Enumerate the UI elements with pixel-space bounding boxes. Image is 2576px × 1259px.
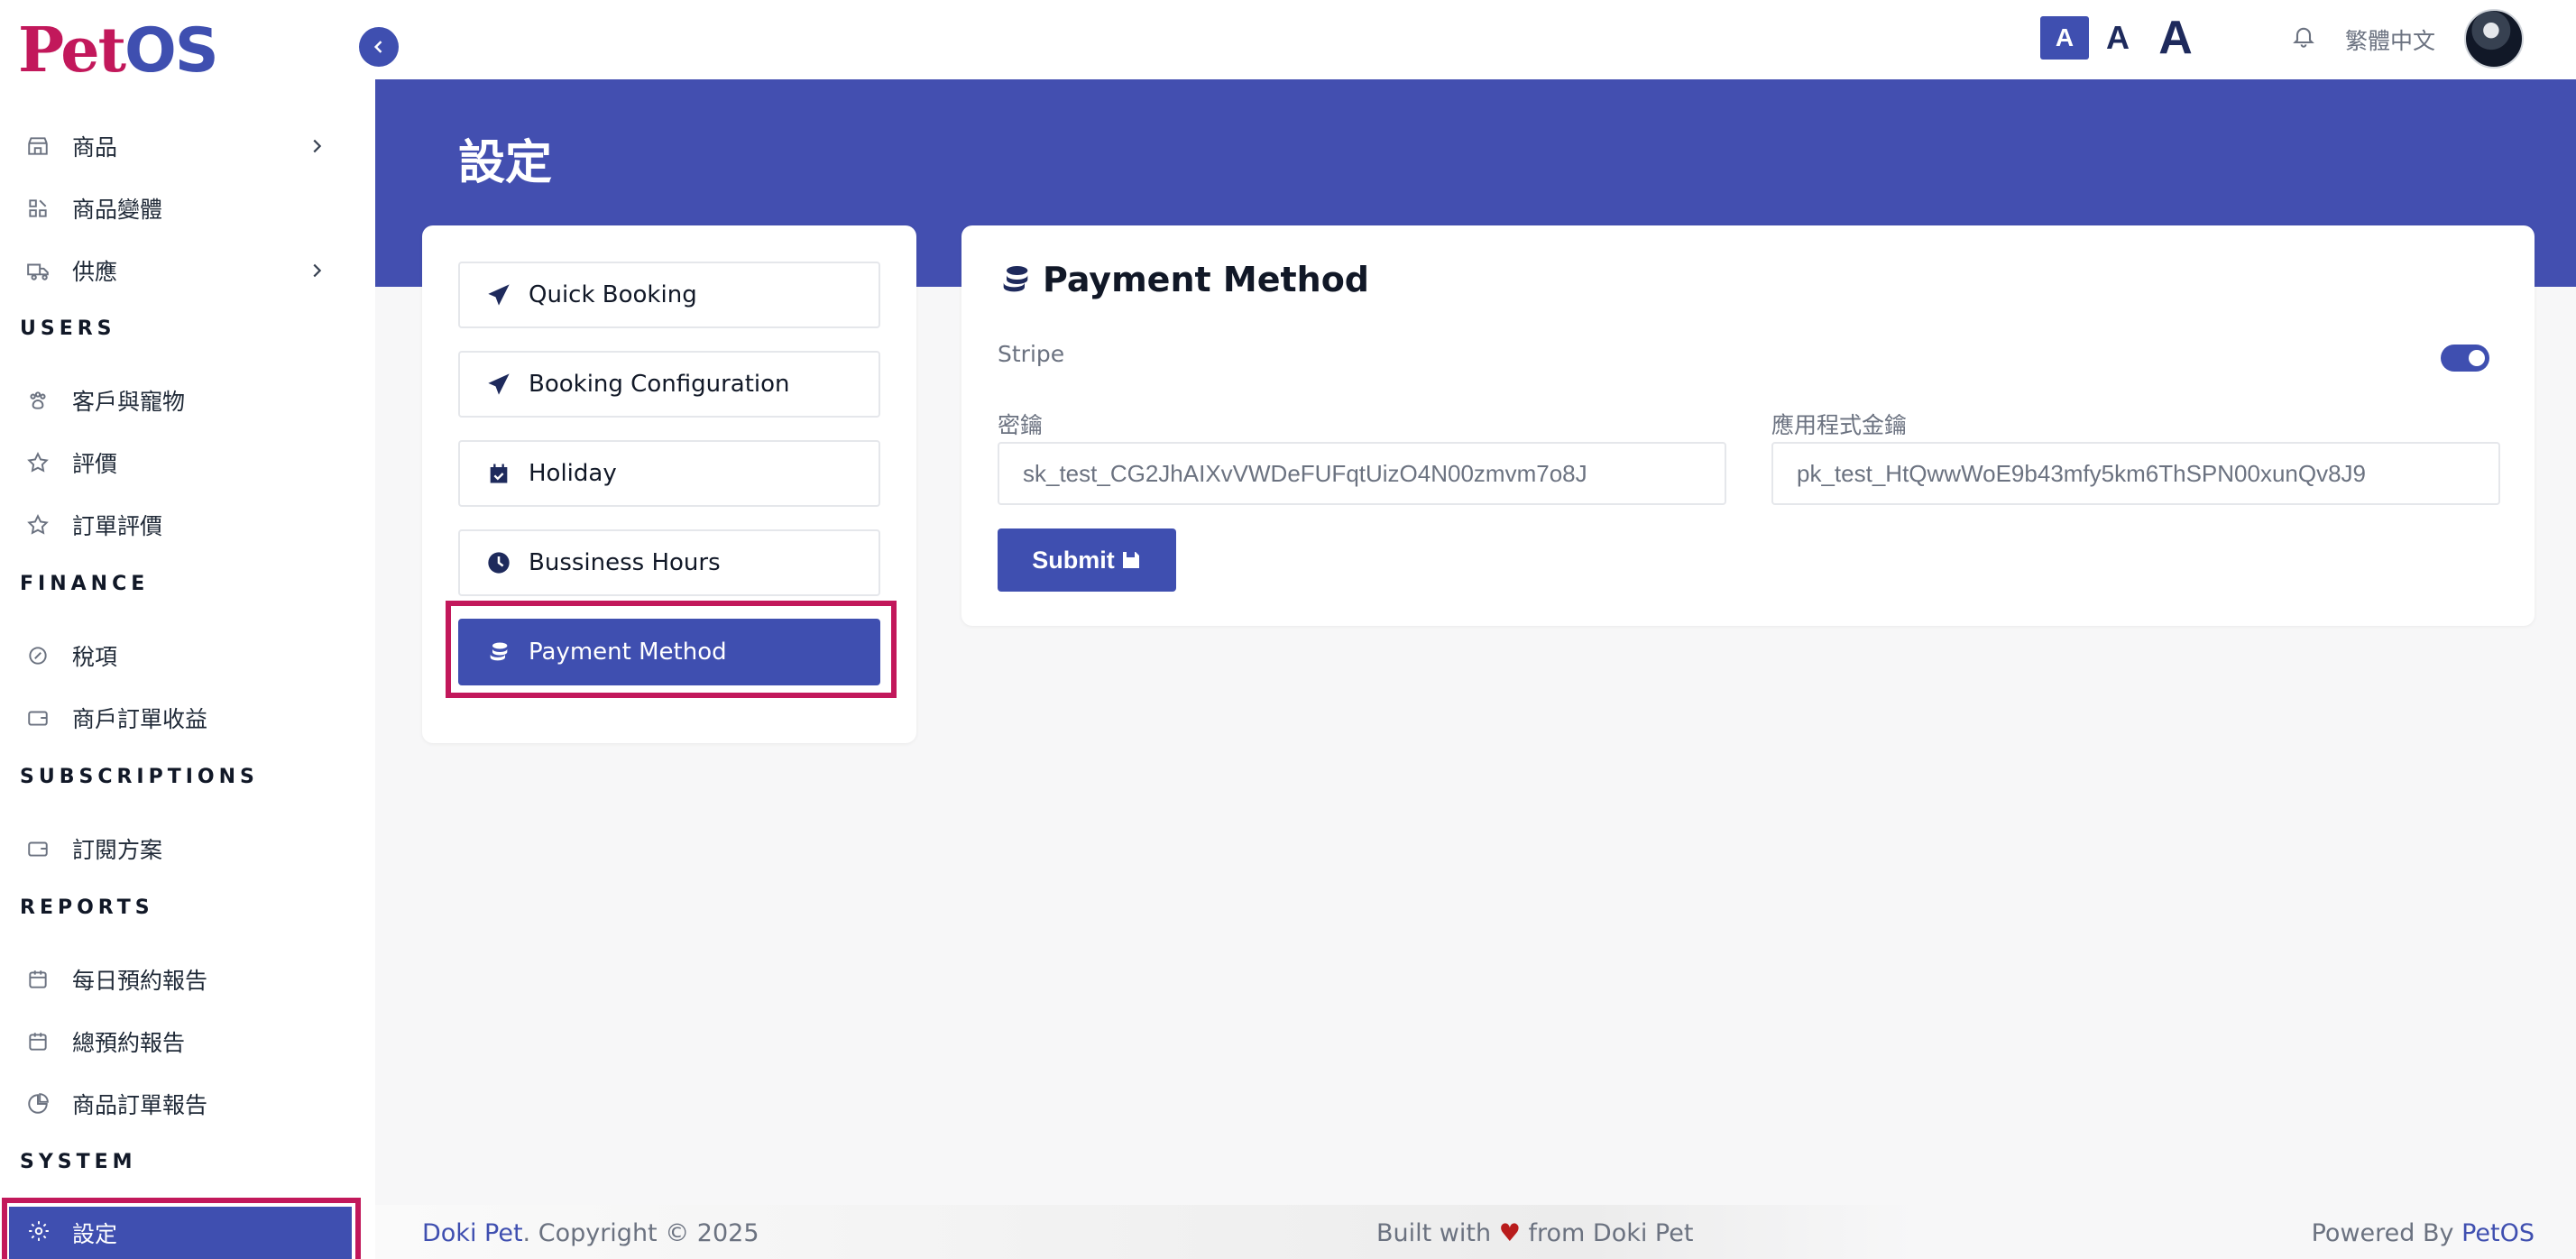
payment-method-card: Payment Method Stripe 密鑰 應用程式金鑰 Submit [961, 225, 2535, 626]
app-key-input[interactable] [1771, 442, 2500, 505]
font-size-large-button[interactable]: A [2150, 12, 2201, 64]
calendar-check-icon [485, 460, 512, 487]
variants-icon [20, 190, 56, 226]
footer-copyright: Doki Pet. Copyright © 2025 [422, 1219, 759, 1247]
paw-icon [20, 382, 56, 418]
truck-icon [20, 253, 56, 289]
stripe-label: Stripe [998, 341, 1065, 367]
paper-plane-icon [485, 281, 512, 308]
section-finance: FINANCE [20, 573, 150, 595]
section-users: USERS [20, 317, 116, 340]
bell-icon[interactable] [2291, 23, 2318, 51]
menu-business-hours[interactable]: Bussiness Hours [458, 529, 880, 596]
calendar-icon [20, 961, 56, 997]
section-subscriptions: SUBSCRIPTIONS [20, 766, 259, 788]
payment-card-header: Payment Method [998, 260, 1369, 299]
secret-key-label: 密鑰 [998, 412, 1044, 438]
page-title: 設定 [458, 136, 553, 190]
wallet-icon [20, 831, 56, 867]
sidebar-item-daily-booking-report[interactable]: 每日預約報告 [20, 954, 327, 1005]
sidebar-item-product-order-report[interactable]: 商品訂單報告 [20, 1079, 327, 1129]
section-reports: REPORTS [20, 896, 154, 919]
payment-method-highlight-box [446, 601, 897, 698]
sidebar-item-tax[interactable]: 稅項 [20, 630, 327, 681]
sidebar: PetOS 商品 商品變體 供應 USERS 客戶與寵物 評價 訂單評價 FIN… [0, 0, 375, 1259]
sidebar-item-supply[interactable]: 供應 [20, 245, 327, 296]
topbar [375, 0, 2576, 79]
submit-button[interactable]: Submit [998, 528, 1176, 592]
clock-icon [485, 549, 512, 576]
coins-icon [1003, 266, 1028, 292]
footer-powered-by: Powered By PetOS [2311, 1219, 2535, 1247]
star-icon [20, 507, 56, 543]
sidebar-item-products[interactable]: 商品 [20, 121, 327, 171]
section-system: SYSTEM [20, 1151, 137, 1173]
settings-highlight-box [2, 1198, 361, 1259]
pie-chart-icon [20, 1086, 56, 1122]
sidebar-item-order-reviews[interactable]: 訂單評價 [20, 500, 327, 550]
app-key-label: 應用程式金鑰 [1771, 412, 1908, 438]
paper-plane-icon [485, 371, 512, 398]
menu-holiday[interactable]: Holiday [458, 440, 880, 507]
chevron-right-icon [307, 261, 327, 280]
sidebar-item-customers-pets[interactable]: 客戶與寵物 [20, 375, 327, 426]
calendar-icon [20, 1024, 56, 1060]
sidebar-item-subscription-plans[interactable]: 訂閱方案 [20, 823, 327, 874]
menu-booking-configuration[interactable]: Booking Configuration [458, 351, 880, 418]
chevron-left-icon [373, 41, 382, 53]
avatar[interactable] [2464, 9, 2524, 69]
chevron-right-icon [307, 136, 327, 156]
footer-petos-link[interactable]: PetOS [2461, 1219, 2535, 1247]
star-icon [20, 445, 56, 481]
stripe-toggle[interactable] [2441, 345, 2489, 372]
sidebar-item-reviews[interactable]: 評價 [20, 437, 327, 488]
footer-brand-link[interactable]: Doki Pet [422, 1219, 523, 1247]
tax-icon [20, 638, 56, 674]
menu-quick-booking[interactable]: Quick Booking [458, 262, 880, 328]
payment-card-title: Payment Method [1043, 260, 1370, 299]
wallet-icon [20, 700, 56, 736]
store-icon [20, 128, 56, 164]
footer-built-with: Built with ♥ from Doki Pet [1376, 1219, 1694, 1247]
sidebar-item-product-variants[interactable]: 商品變體 [20, 183, 327, 234]
font-size-small-button[interactable]: A [2040, 16, 2089, 60]
secret-key-input[interactable] [998, 442, 1726, 505]
font-size-medium-button[interactable]: A [2100, 16, 2136, 60]
save-icon [1122, 552, 1139, 568]
sidebar-toggle-button[interactable] [359, 27, 399, 67]
sidebar-item-merchant-revenue[interactable]: 商戶訂單收益 [20, 693, 327, 743]
heart-icon: ♥ [1498, 1219, 1521, 1247]
petos-logo[interactable]: PetOS [18, 14, 219, 87]
sidebar-item-total-booking-report[interactable]: 總預約報告 [20, 1016, 327, 1067]
language-selector[interactable]: 繁體中文 [2345, 23, 2435, 56]
